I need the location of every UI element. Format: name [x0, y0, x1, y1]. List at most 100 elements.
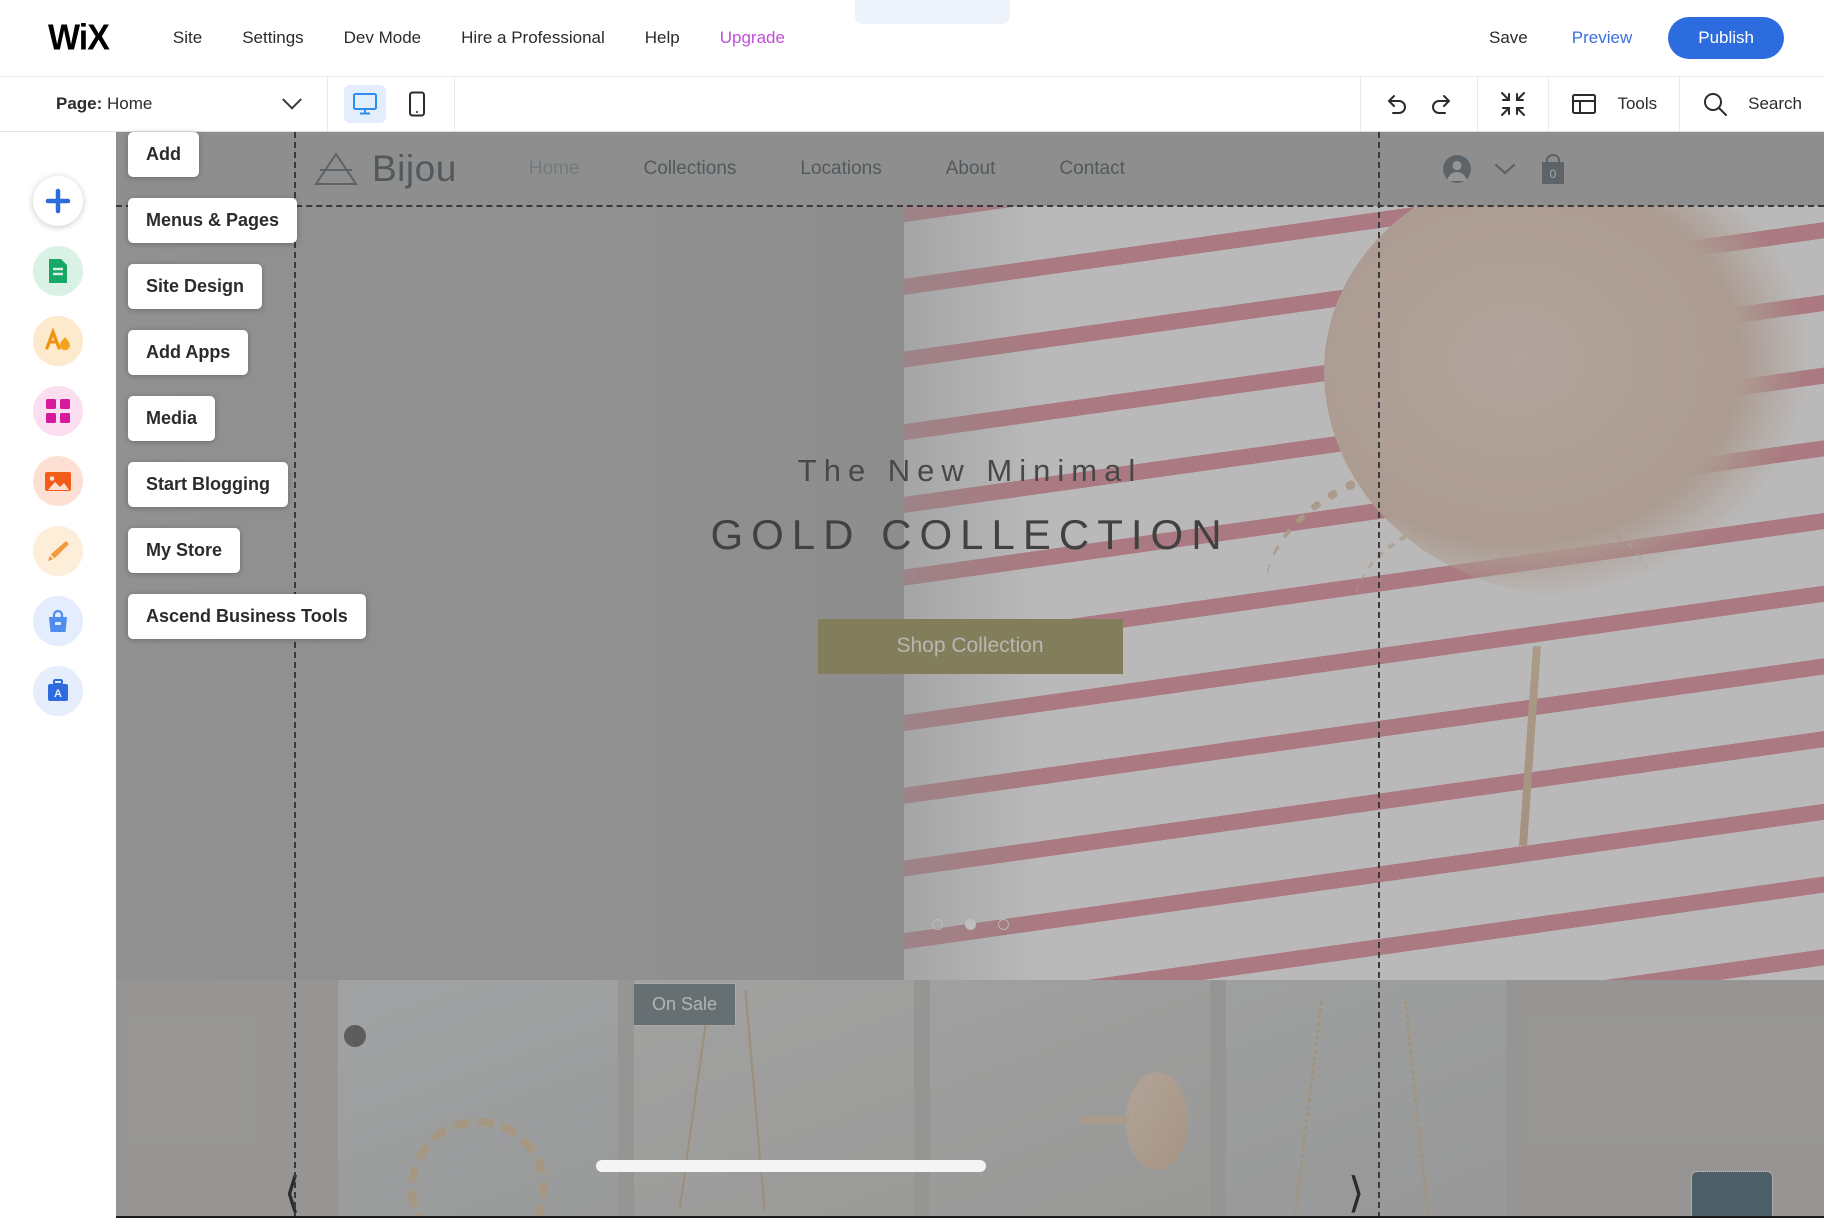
sidebar-item-start-blogging[interactable]: [0, 516, 116, 586]
flyout-my-store[interactable]: My Store: [128, 528, 241, 573]
site-nav-collections[interactable]: Collections: [611, 158, 768, 180]
top-menu-item-dev-mode[interactable]: Dev Mode: [324, 22, 441, 54]
chevron-down-icon: [282, 89, 302, 110]
product-gallery[interactable]: On Sale: [116, 980, 1824, 1218]
sidebar-item-my-store[interactable]: [0, 586, 116, 656]
flyout-ascend-business-tools[interactable]: Ascend Business Tools: [128, 594, 366, 639]
site-nav-home[interactable]: Home: [497, 158, 612, 180]
gallery-scrollbar[interactable]: [596, 1160, 986, 1172]
save-button[interactable]: Save: [1467, 22, 1550, 54]
hero-slide-dots: [116, 919, 1824, 930]
chat-widget-button[interactable]: [1691, 1171, 1773, 1218]
search-icon: [1704, 93, 1728, 116]
sidebar-item-media[interactable]: [0, 446, 116, 516]
search-button[interactable]: Search: [1679, 77, 1824, 131]
hero-title: GOLD COLLECTION: [710, 510, 1230, 558]
shopping-bag-icon: [49, 609, 67, 632]
top-menu-item-upgrade[interactable]: Upgrade: [700, 22, 805, 54]
shop-collection-button[interactable]: Shop Collection: [817, 618, 1123, 674]
gallery-next-arrow[interactable]: ⟩: [1348, 1172, 1364, 1214]
section-drag-handle[interactable]: [344, 1025, 366, 1047]
product-card-chain[interactable]: [1226, 980, 1506, 1218]
tools-button[interactable]: Tools: [1548, 77, 1679, 131]
blog-pen-nib-icon: [48, 541, 69, 561]
wix-logo[interactable]: WiX: [48, 17, 110, 58]
top-menu: Site Settings Dev Mode Hire a Profession…: [153, 22, 805, 54]
necklace-image-2: [744, 990, 766, 1210]
panel-layout-icon-wrap: [1571, 92, 1597, 116]
site-nav: Home Collections Locations About Contact: [497, 158, 1157, 180]
product-card-necklace[interactable]: On Sale: [634, 980, 914, 1218]
ascend-circle: A: [33, 666, 83, 716]
menus-pages-circle: [33, 246, 83, 296]
zoom-out-collapse-icon: [1501, 92, 1526, 116]
site-header-actions: 0: [1442, 152, 1568, 186]
bracelet-image: [408, 1118, 548, 1218]
redo-arrow-icon: [1432, 95, 1451, 114]
sidebar-item-menus-pages[interactable]: [0, 236, 116, 306]
rail-flyout-labels: Add Menus & Pages Site Design Add Apps M…: [128, 132, 388, 660]
site-nav-contact[interactable]: Contact: [1027, 158, 1156, 180]
media-circle: [33, 456, 83, 506]
site-nav-about[interactable]: About: [914, 158, 1028, 180]
account-avatar-icon[interactable]: [1442, 154, 1472, 184]
my-store-circle: [33, 596, 83, 646]
product-card-bracelet[interactable]: [338, 980, 618, 1218]
flyout-add[interactable]: Add: [128, 132, 199, 177]
flyout-menus-pages[interactable]: Menus & Pages: [128, 198, 298, 243]
flyout-start-blogging[interactable]: Start Blogging: [128, 462, 288, 507]
add-apps-circle: [33, 386, 83, 436]
cart-count: 0: [1550, 167, 1557, 181]
redo-button[interactable]: [1429, 92, 1455, 116]
hero-slide-dot-1[interactable]: [931, 919, 943, 930]
sidebar-item-add-apps[interactable]: [0, 376, 116, 446]
on-sale-badge[interactable]: On Sale: [634, 983, 737, 1026]
sidebar-item-site-design[interactable]: [0, 306, 116, 376]
preview-button[interactable]: Preview: [1550, 22, 1654, 54]
chain-image: [1291, 1000, 1324, 1218]
chevron-down-icon[interactable]: [1494, 162, 1516, 176]
top-menu-item-hire-a-professional[interactable]: Hire a Professional: [441, 22, 625, 54]
flyout-site-design[interactable]: Site Design: [128, 264, 263, 309]
publish-button[interactable]: Publish: [1668, 17, 1784, 59]
zoom-out-button[interactable]: [1477, 77, 1548, 131]
tools-label: Tools: [1617, 94, 1658, 113]
site-design-circle: [33, 316, 83, 366]
flyout-add-apps[interactable]: Add Apps: [128, 330, 249, 375]
mobile-view-button[interactable]: [396, 85, 438, 123]
editor-toolbar: Page: Home Tools Search: [0, 76, 1824, 132]
desktop-view-button[interactable]: [344, 85, 386, 123]
page-selector[interactable]: Page: Home: [0, 77, 328, 131]
search-label: Search: [1748, 94, 1802, 113]
hero-slide-dot-3[interactable]: [997, 919, 1009, 930]
undo-arrow-icon: [1388, 95, 1407, 114]
top-menu-item-site[interactable]: Site: [153, 22, 222, 54]
top-menu-item-help[interactable]: Help: [625, 22, 700, 54]
site-nav-locations[interactable]: Locations: [768, 158, 913, 180]
view-mode-switch: [328, 77, 455, 131]
pages-document-icon: [49, 259, 67, 283]
earring-stud-image: [1082, 1116, 1130, 1124]
undo-button[interactable]: [1383, 92, 1409, 116]
editor-left-rail: A: [0, 132, 116, 1218]
product-card-earring[interactable]: [930, 980, 1210, 1218]
sidebar-item-add[interactable]: [0, 166, 116, 236]
page-selector-value: Home: [107, 94, 153, 113]
hero-kicker: The New Minimal: [797, 452, 1143, 488]
mobile-phone-icon: [409, 91, 425, 117]
plus-icon: [45, 188, 71, 214]
cart-shopping-bag-icon[interactable]: 0: [1538, 152, 1568, 186]
page-selector-prefix: Page:: [56, 94, 103, 113]
gallery-prev-arrow[interactable]: ⟨: [284, 1172, 300, 1214]
svg-text:A: A: [54, 688, 62, 700]
start-blogging-circle: [33, 526, 83, 576]
flyout-media[interactable]: Media: [128, 396, 216, 441]
top-menu-item-settings[interactable]: Settings: [222, 22, 323, 54]
text-and-color-droplet-icon: [45, 328, 70, 351]
toolbar-right-group: Tools Search: [1360, 77, 1824, 131]
hero-slide-dot-2[interactable]: [964, 919, 976, 930]
add-circle: [33, 176, 83, 226]
briefcase-a-icon: A: [48, 679, 68, 701]
notification-tab: [855, 0, 1010, 24]
sidebar-item-ascend-business-tools[interactable]: A: [0, 656, 116, 726]
